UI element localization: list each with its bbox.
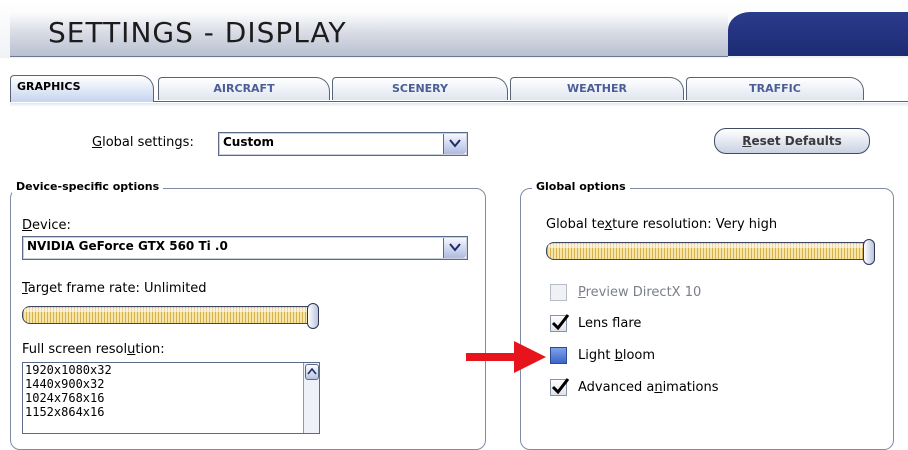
tab-bar: GRAPHICS AIRCRAFT SCENERY WEATHER TRAFFI…: [10, 75, 908, 103]
global-group-title: Global options: [532, 180, 630, 193]
preview-directx10-checkbox[interactable]: [550, 284, 567, 301]
texture-resolution-slider[interactable]: [546, 239, 875, 265]
chevron-down-icon[interactable]: [443, 238, 466, 258]
resolution-listbox[interactable]: 1920x1080x32 1440x900x32 1024x768x16 115…: [22, 362, 320, 434]
texture-resolution-label: Global texture resolution: Very high: [546, 217, 778, 232]
list-scrollbar[interactable]: [303, 363, 319, 433]
device-group-title: Device-specific options: [12, 180, 164, 193]
list-item[interactable]: 1440x900x32: [23, 377, 319, 391]
device-dropdown[interactable]: NVIDIA GeForce GTX 560 Ti .0: [22, 236, 468, 260]
header: SETTINGS - DISPLAY: [0, 0, 908, 58]
tab-weather[interactable]: WEATHER: [510, 77, 684, 100]
tab-aircraft[interactable]: AIRCRAFT: [158, 77, 330, 100]
device-label: Device:: [22, 218, 71, 233]
advanced-animations-label: Advanced animations: [578, 380, 719, 395]
header-accent: [728, 12, 908, 56]
list-item[interactable]: 1152x864x16: [23, 405, 319, 419]
resolution-label: Full screen resolution:: [22, 342, 165, 357]
global-settings-label: Global settings:: [92, 135, 194, 150]
light-bloom-label: Light bloom: [578, 348, 656, 363]
tab-scenery[interactable]: SCENERY: [332, 77, 508, 100]
checkmark-icon: [551, 314, 570, 331]
lens-flare-label: Lens flare: [578, 316, 642, 331]
scroll-up-icon[interactable]: [305, 364, 319, 380]
global-settings-value: Custom: [223, 135, 274, 149]
advanced-animations-checkbox[interactable]: [550, 378, 570, 396]
frame-rate-slider-thumb[interactable]: [307, 303, 319, 329]
chevron-down-icon[interactable]: [443, 134, 466, 154]
frame-rate-slider[interactable]: [22, 303, 319, 329]
page-title: SETTINGS - DISPLAY: [48, 16, 347, 49]
list-item[interactable]: 1024x768x16: [23, 391, 319, 405]
checkmark-icon: [551, 378, 570, 395]
light-bloom-checkbox[interactable]: [550, 347, 567, 364]
preview-directx10-label: Preview DirectX 10: [578, 285, 702, 300]
frame-rate-label: Target frame rate: Unlimited: [22, 281, 207, 296]
device-value: NVIDIA GeForce GTX 560 Ti .0: [27, 239, 228, 253]
texture-slider-thumb[interactable]: [863, 239, 875, 265]
global-settings-dropdown[interactable]: Custom: [218, 132, 468, 156]
tab-graphics[interactable]: GRAPHICS: [10, 75, 154, 102]
tab-underline-glow: [10, 103, 908, 107]
reset-defaults-button[interactable]: Reset Defaults: [714, 128, 870, 154]
tab-traffic[interactable]: TRAFFIC: [686, 77, 864, 100]
list-item[interactable]: 1920x1080x32: [23, 363, 319, 377]
red-arrow-icon: [466, 341, 546, 373]
lens-flare-checkbox[interactable]: [550, 314, 570, 332]
